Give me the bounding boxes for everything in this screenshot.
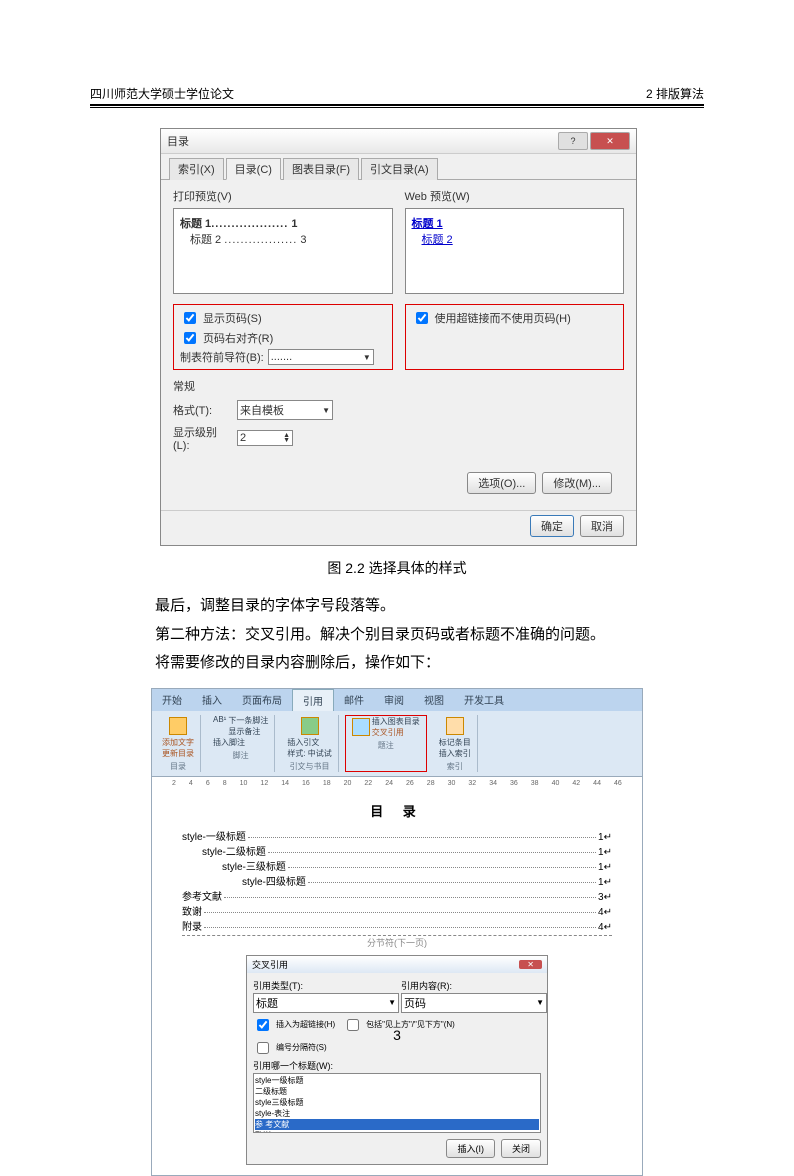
tab-figures[interactable]: 图表目录(F) (283, 158, 359, 180)
leader-label: 制表符前导符(B): (180, 349, 264, 365)
cancel-button[interactable]: 取消 (580, 515, 624, 537)
ribbon-tab[interactable]: 开发工具 (454, 689, 514, 711)
ribbon-group-toc[interactable]: 添加文字 更新目录 目录 (156, 715, 201, 772)
toc-line: style-四级标题1↵ (182, 873, 612, 888)
toc-line: 致谢4↵ (182, 903, 612, 918)
toc-line: 附录4↵ (182, 918, 612, 933)
ribbon-tab-references[interactable]: 引用 (292, 689, 334, 711)
ribbon-tab[interactable]: 开始 (152, 689, 192, 711)
right-align-checkbox[interactable]: 页码右对齐(R) (180, 329, 386, 347)
show-page-checkbox[interactable]: 显示页码(S) (180, 309, 386, 327)
toc-line: style-三级标题1↵ (182, 858, 612, 873)
close-button[interactable]: ✕ (590, 132, 630, 150)
toc-line: 参考文献3↵ (182, 888, 612, 903)
toc-line: style-二级标题1↵ (182, 843, 612, 858)
toc-dialog: 目录 ? ✕ 索引(X) 目录(C) 图表目录(F) 引文目录(A) 打印预览(… (160, 128, 637, 546)
ruler: 2468101214161820222426283032343638404244… (152, 777, 642, 791)
crossref-dialog: 交叉引用✕ 引用类型(T): 标题▼ 引用内容(R): 页码▼ 插入为超链接(H… (246, 955, 548, 1165)
web-preview: 标题 1 标题 2 (405, 208, 625, 294)
hyperlink-checkbox[interactable]: 使用超链接而不使用页码(H) (412, 309, 618, 327)
body-1: 最后，调整目录的字体字号段落等。 (125, 592, 704, 621)
options-button[interactable]: 选项(O)... (467, 472, 536, 494)
help-button[interactable]: ? (558, 132, 588, 150)
toc-line: style-一级标题1↵ (182, 828, 612, 843)
refcontent-label: 引用内容(R): (401, 979, 541, 992)
print-preview-label: 打印预览(V) (173, 188, 393, 204)
word-screenshot: 开始 插入 页面布局 引用 邮件 审阅 视图 开发工具 添加文字 更新目录 目录… (151, 688, 643, 1176)
dialog-title: 目录 (167, 133, 189, 149)
insert-button[interactable]: 插入(I) (446, 1139, 495, 1158)
leader-dropdown[interactable]: .......▼ (268, 349, 374, 365)
ribbon-group-caption[interactable]: 插入图表目录交叉引用 题注 (345, 715, 427, 772)
ribbon-tab[interactable]: 审阅 (374, 689, 414, 711)
level-spinner[interactable]: 2▲▼ (237, 430, 293, 446)
reftype-label: 引用类型(T): (253, 979, 393, 992)
general-label: 常规 (173, 378, 624, 394)
header-left: 四川师范大学硕士学位论文 (90, 85, 234, 102)
modify-button[interactable]: 修改(M)... (542, 472, 612, 494)
ribbon-group-footnote[interactable]: AB¹下一条脚注显示备注 插入脚注 脚注 (207, 715, 275, 772)
body-3: 将需要修改的目录内容删除后，操作如下： (125, 649, 704, 678)
section-break: 分节符(下一页) (182, 935, 612, 949)
reftype-dropdown[interactable]: 标题▼ (253, 993, 399, 1013)
ribbon-tab[interactable]: 邮件 (334, 689, 374, 711)
close-icon[interactable]: ✕ (519, 960, 542, 969)
which-heading-label: 引用哪一个标题(W): (253, 1059, 541, 1072)
format-label: 格式(T): (173, 402, 233, 418)
level-label: 显示级别(L): (173, 424, 233, 452)
ribbon-tab[interactable]: 页面布局 (232, 689, 292, 711)
figure-caption: 图 2.2 选择具体的样式 (90, 558, 704, 578)
close-button[interactable]: 关闭 (501, 1139, 541, 1158)
ribbon-group-citation[interactable]: 插入引文样式: 中试试 引文与书目 (281, 715, 338, 772)
web-preview-label: Web 预览(W) (405, 188, 625, 204)
body-2: 第二种方法：交叉引用。解决个别目录页码或者标题不准确的问题。 (125, 621, 704, 650)
tab-authorities[interactable]: 引文目录(A) (361, 158, 438, 180)
ribbon-tab[interactable]: 插入 (192, 689, 232, 711)
print-preview: 标题 1 1 标题 2 .................. 3 (173, 208, 393, 294)
header-right: 2 排版算法 (646, 85, 704, 102)
doc-toc-title: 目 录 (182, 801, 612, 820)
ribbon-tab[interactable]: 视图 (414, 689, 454, 711)
heading-listbox[interactable]: style一级标题 二级标题 style三级标题 style-表注参 考文献致谢… (253, 1073, 541, 1133)
refcontent-dropdown[interactable]: 页码▼ (401, 993, 547, 1013)
tab-toc[interactable]: 目录(C) (226, 158, 281, 180)
page-number: 3 (0, 1027, 794, 1043)
format-dropdown[interactable]: 来自模板▼ (237, 400, 333, 420)
tab-index[interactable]: 索引(X) (169, 158, 224, 180)
ribbon-group-index[interactable]: 标记条目 插入索引 索引 (433, 715, 478, 772)
ok-button[interactable]: 确定 (530, 515, 574, 537)
